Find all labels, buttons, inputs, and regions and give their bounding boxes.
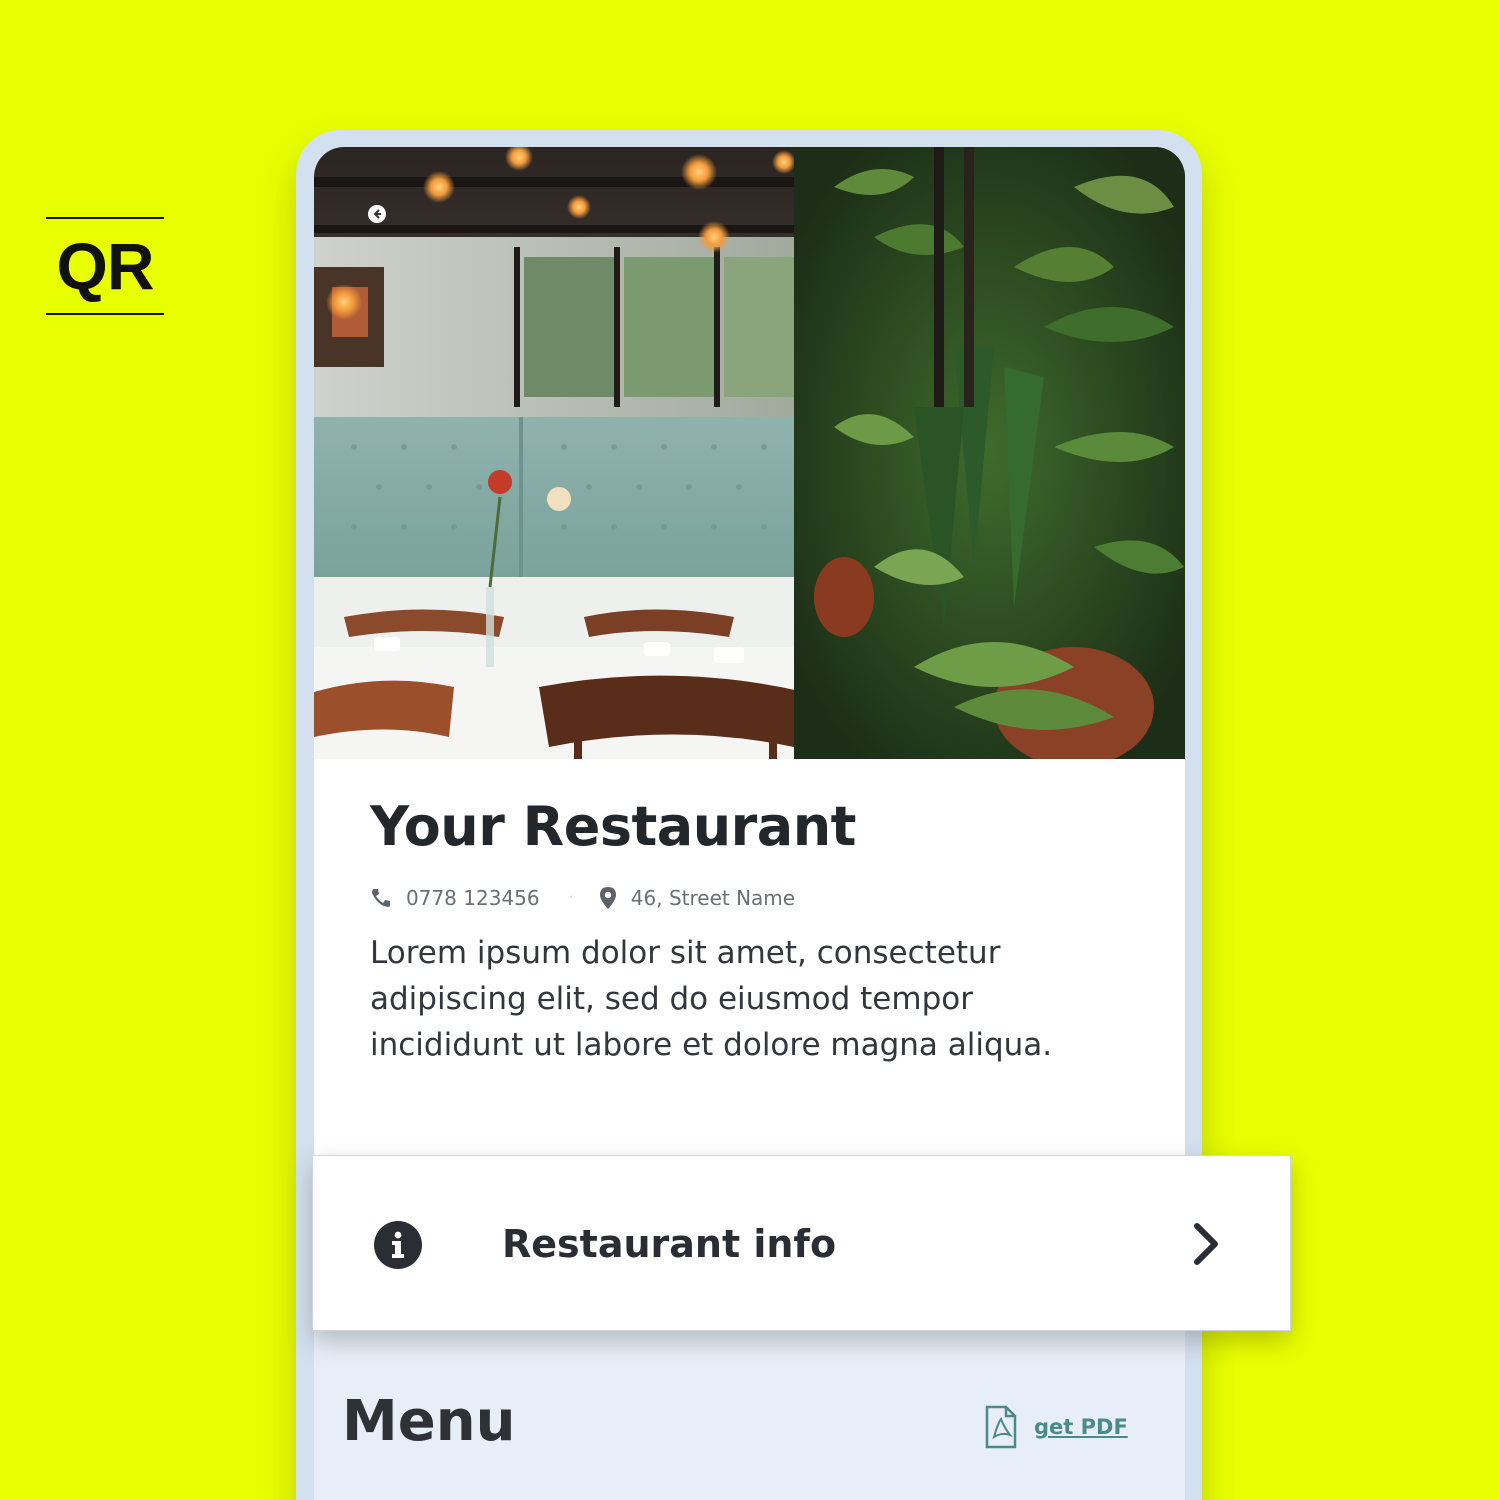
meta-separator: · [569,892,573,904]
restaurant-description: Lorem ipsum dolor sit amet, consectetur … [370,934,1053,1063]
restaurant-info-label: Restaurant info [502,1222,837,1266]
address-link[interactable]: 46, Street Name [599,886,795,910]
address: 46, Street Name [630,885,796,910]
phone-number: 0778 123456 [406,885,540,910]
qr-logo: QR [46,217,164,315]
menu-title: Menu [342,1389,516,1454]
restaurant-info-button[interactable]: Restaurant info [312,1155,1291,1331]
hero-image [314,147,1185,759]
phone-icon [372,888,390,907]
qr-logo-text: QR [56,229,155,303]
contact-row: 0778 123456 · 46, Street Name [370,886,1129,910]
info-icon [374,1221,422,1269]
pdf-file-icon [985,1405,1017,1449]
location-pin-icon [599,886,616,909]
chevron-right-icon [1194,1223,1218,1265]
restaurant-name: Your Restaurant [370,795,857,858]
back-arrow-icon [373,209,381,219]
get-pdf-label: get PDF [1034,1415,1128,1439]
get-pdf-link[interactable]: get PDF [984,1405,1128,1449]
phone-link[interactable]: 0778 123456 [370,886,540,910]
restaurant-details: Your Restaurant 0778 123456 · 46, Street… [314,759,1185,1159]
back-button[interactable] [368,205,386,223]
